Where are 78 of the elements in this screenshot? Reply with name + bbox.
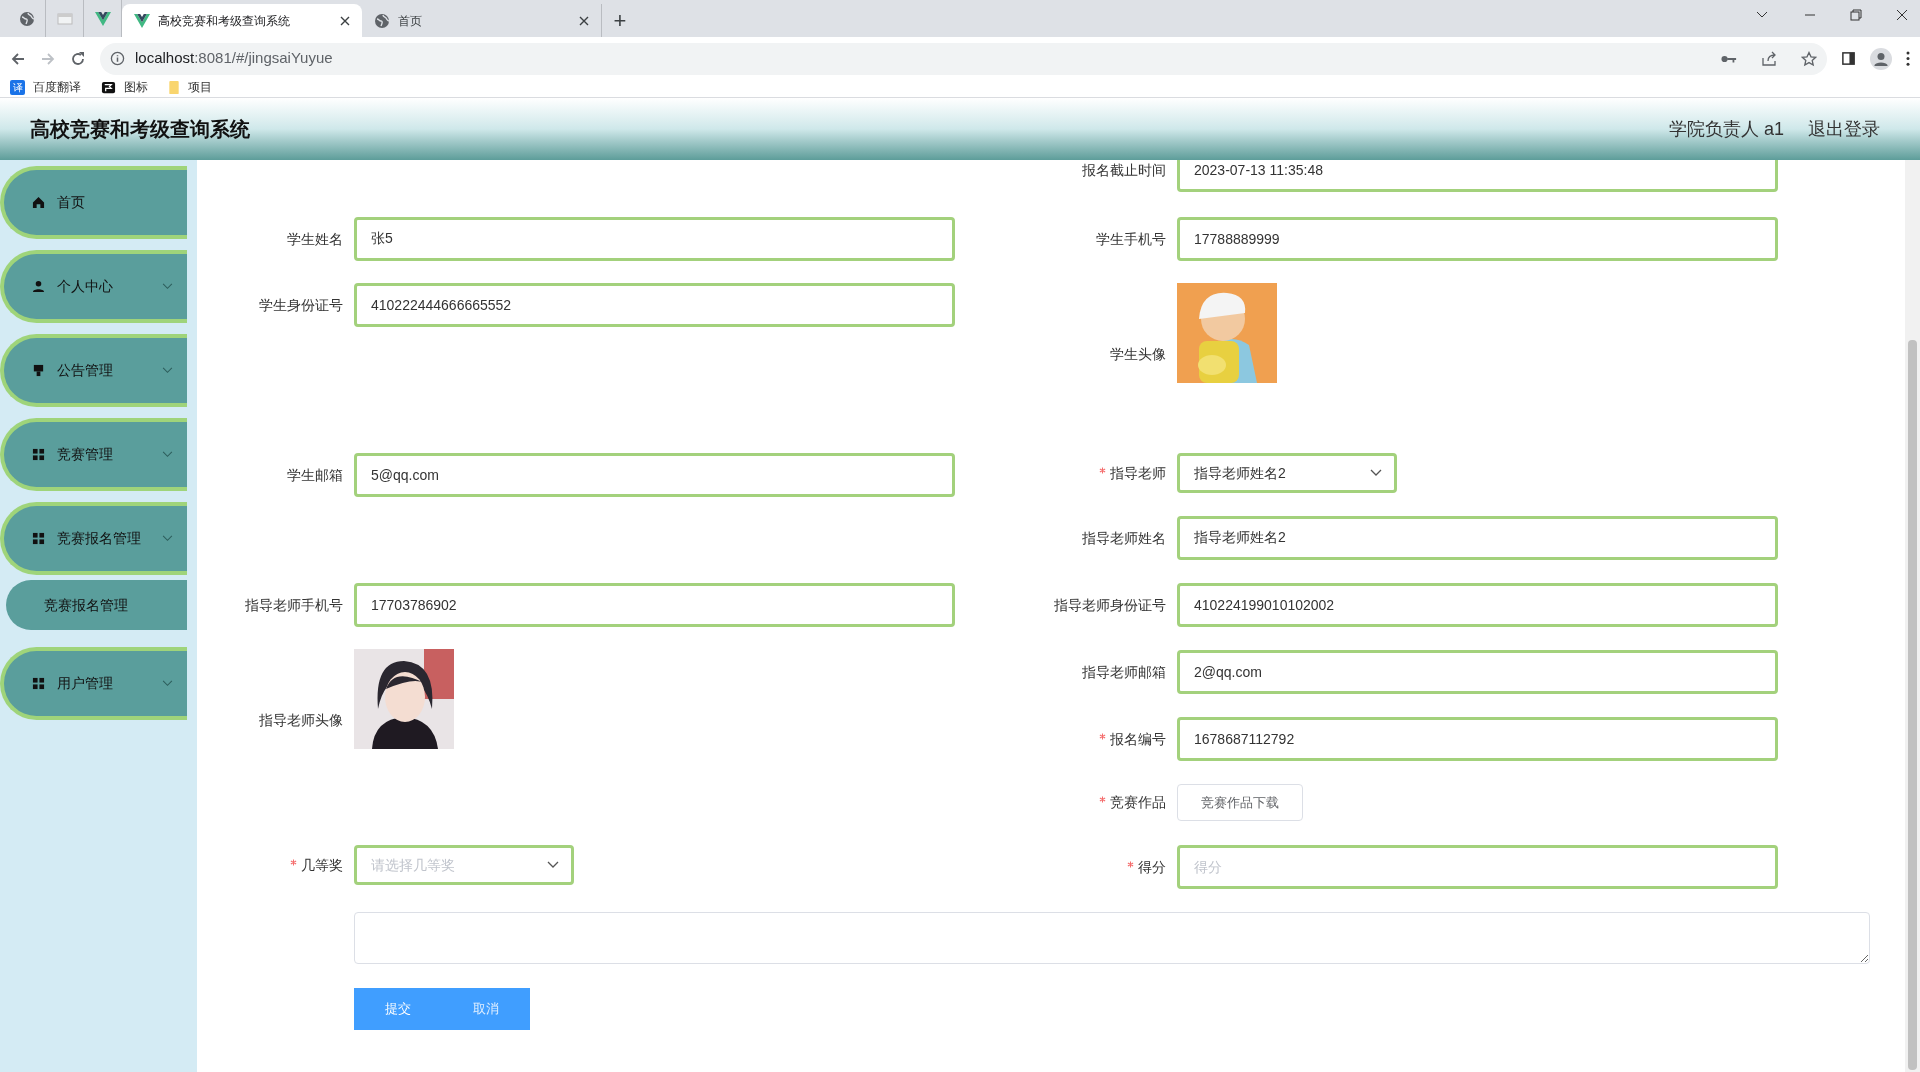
bookmark[interactable]: 译 百度翻译 [10,78,81,96]
globe-icon [374,12,390,29]
grid-icon [32,448,45,461]
field-label: 指导老师手机号 [245,595,343,615]
select-field[interactable]: 指导老师姓名2 [1177,453,1397,493]
field-label: 指导老师 [1110,463,1166,483]
input-field[interactable]: 张5 [354,217,955,261]
field-label: 几等奖 [301,855,343,875]
folder-icon [168,79,180,95]
field-label: 学生头像 [1110,345,1166,364]
menu-item[interactable]: 竞赛报名管理 [0,502,187,575]
menu-item[interactable]: 用户管理 [0,647,187,720]
menu-item[interactable]: 竞赛管理 [0,418,187,491]
field-label: 学生身份证号 [259,295,343,315]
field-label: 学生手机号 [1096,229,1166,249]
menu-item[interactable]: 个人中心 [0,250,187,323]
scrollbar-thumb[interactable] [1908,340,1917,1070]
logout-link[interactable]: 退出登录 [1808,115,1880,143]
input-field[interactable]: 410222444666665552 [354,283,955,327]
field-label: 指导老师头像 [259,711,343,730]
user-icon [32,280,45,293]
field-label: 指导老师姓名 [1082,528,1166,548]
chevron-down-icon [1370,469,1382,477]
star-icon[interactable] [1801,50,1817,67]
app-title: 高校竞赛和考级查询系统 [30,117,250,142]
info-icon [110,51,125,66]
browser-tab[interactable]: 高校竞赛和考级查询系统 [122,4,362,37]
side-panel-icon[interactable] [1841,51,1856,66]
address-bar[interactable]: localhost:8081/#/jingsaiYuyue [100,42,1827,75]
vue-logo-icon [94,10,111,27]
share-icon[interactable] [1761,50,1777,67]
stamp-icon [32,364,45,377]
chevron-down-icon [547,861,559,869]
bookmark[interactable]: 图标 [101,78,148,96]
input-field[interactable]: 5@qq.com [354,453,955,497]
grid-icon [32,532,45,545]
close-icon[interactable] [340,15,350,26]
user-name: 学院负责人 a1 [1668,117,1784,141]
bookmark[interactable]: 项目 [168,78,212,96]
menu-item[interactable]: 首页 [0,166,187,239]
field-label: 报名截止时间 [1082,160,1166,180]
page-icon [56,10,73,27]
chevron-down-icon [162,451,173,458]
input-field[interactable]: 410224199010102002 [1177,583,1778,627]
chevron-down-icon [162,680,173,687]
input-field[interactable]: 1678687112792 [1177,717,1778,761]
field-label: 得分 [1138,857,1166,877]
menu-item[interactable]: 公告管理 [0,334,187,407]
input-field[interactable]: 2@qq.com [1177,650,1778,694]
input-field[interactable]: 2023-07-13 11:35:48 [1177,160,1778,192]
vue-logo-icon [134,12,150,29]
input-field[interactable]: 得分 [1177,845,1778,889]
field-label: 报名编号 [1110,729,1166,749]
download-button[interactable]: 竞赛作品下载 [1177,784,1303,821]
field-label: 学生姓名 [287,229,343,249]
field-label: 指导老师邮箱 [1082,662,1166,682]
field-label: 竞赛作品 [1110,793,1166,812]
home-icon [32,196,45,209]
globe-icon [18,10,35,27]
chevron-down-icon [162,535,173,542]
textarea-field[interactable] [354,912,1870,964]
profile-icon[interactable] [1870,47,1892,70]
more-icon[interactable] [1906,51,1910,66]
back-icon[interactable] [10,50,26,67]
submenu-item[interactable]: 竞赛报名管理 [6,580,187,630]
new-tab-button[interactable]: + [602,4,638,37]
close-icon[interactable] [579,15,589,26]
close-icon[interactable] [1896,9,1908,21]
input-field[interactable]: 指导老师姓名2 [1177,516,1778,560]
chevron-down-icon [162,367,173,374]
restore-icon[interactable] [1850,9,1862,21]
input-field[interactable]: 17788889999 [1177,217,1778,261]
input-field[interactable]: 17703786902 [354,583,955,627]
field-label: 学生邮箱 [287,465,343,485]
reload-icon[interactable] [70,50,86,67]
field-label: 指导老师身份证号 [1054,595,1166,615]
grid-icon [32,677,45,690]
chevron-down-icon [162,283,173,290]
